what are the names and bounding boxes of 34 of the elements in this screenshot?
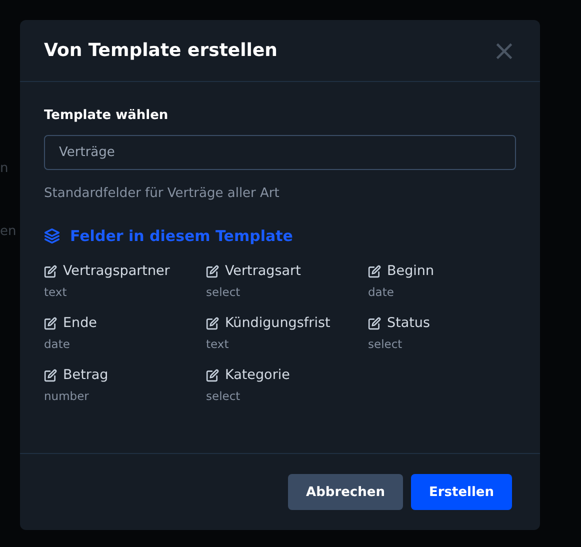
dialog-title: Von Template erstellen bbox=[44, 40, 278, 61]
field-name: Beginn bbox=[387, 263, 434, 279]
edit-icon bbox=[206, 316, 219, 330]
field-name: Vertragspartner bbox=[63, 263, 170, 279]
field-name: Kategorie bbox=[225, 367, 290, 383]
field-name: Kündigungsfrist bbox=[225, 315, 330, 331]
field-name: Ende bbox=[63, 315, 97, 331]
field-type: select bbox=[206, 285, 242, 299]
edit-icon bbox=[44, 368, 57, 382]
field-label: Template wählen bbox=[44, 108, 170, 123]
create-button[interactable]: Erstellen bbox=[410, 474, 512, 510]
field-type: text bbox=[206, 337, 230, 351]
field-type: select bbox=[368, 337, 404, 351]
edit-icon bbox=[206, 368, 219, 382]
template-field[interactable]: Verträge bbox=[44, 135, 516, 170]
edit-icon bbox=[368, 264, 381, 278]
background-text: n bbox=[0, 161, 8, 176]
field-name: Vertragsart bbox=[225, 263, 301, 279]
background-text: en bbox=[0, 224, 16, 239]
edit-icon bbox=[206, 264, 219, 278]
template-description: Standardfelder für Verträge aller Art bbox=[44, 186, 280, 201]
field-name: Status bbox=[387, 315, 430, 331]
field-type: date bbox=[44, 337, 71, 351]
edit-icon bbox=[44, 264, 57, 278]
edit-icon bbox=[368, 316, 381, 330]
field-type: number bbox=[44, 389, 90, 403]
edit-icon bbox=[44, 316, 57, 330]
layers-icon bbox=[44, 228, 60, 244]
cancel-button[interactable]: Abbrechen bbox=[288, 474, 403, 510]
field-type: date bbox=[368, 285, 395, 299]
field-type: text bbox=[44, 285, 68, 299]
field-name: Betrag bbox=[63, 367, 108, 383]
section-heading: Felder in diesem Template bbox=[70, 227, 293, 245]
field-type: select bbox=[206, 389, 242, 403]
